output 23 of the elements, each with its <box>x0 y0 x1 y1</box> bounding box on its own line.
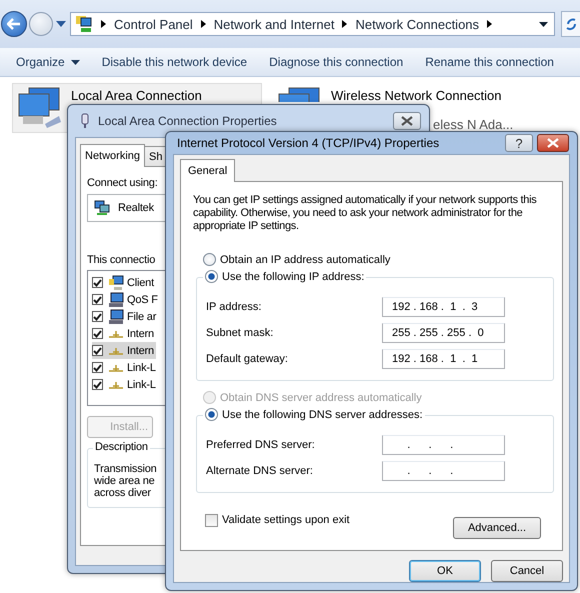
item-label: Link-L <box>127 378 156 390</box>
item-label: Link-L <box>127 362 156 374</box>
window-title: Local Area Connection Properties <box>98 114 278 128</box>
field-label: Alternate DNS server: <box>206 465 313 477</box>
connection-name: Local Area Connection <box>71 88 202 103</box>
adapter-name: Realtek <box>118 202 154 214</box>
item-label: Client <box>127 276 154 288</box>
window-title: Internet Protocol Version 4 (TCP/IPv4) Properties <box>177 136 440 150</box>
connection-name: Wireless Network Connection <box>331 88 503 103</box>
item-label: Intern <box>127 344 154 356</box>
group-title: Description <box>93 441 150 453</box>
field-label: Subnet mask: <box>206 327 274 339</box>
field-label: Preferred DNS server: <box>206 439 315 451</box>
field-label: IP address: <box>206 301 262 313</box>
item-label: File ar <box>127 310 156 322</box>
items-label: This connectio <box>87 254 156 266</box>
item-label: QoS F <box>127 294 158 306</box>
intro-text: You can get IP settings assigned automatically if your network supports this capability. Otherwise, you need to ask your network administrator for the appropriate IP settings. <box>193 194 538 233</box>
connect-using-label: Connect using: <box>87 177 158 189</box>
item-label: Intern <box>127 328 154 340</box>
field-label: Default gateway: <box>206 353 288 365</box>
description-text: Transmission wide area ne across diver <box>94 463 157 499</box>
adapter-name: eless N Ada... <box>433 117 514 132</box>
